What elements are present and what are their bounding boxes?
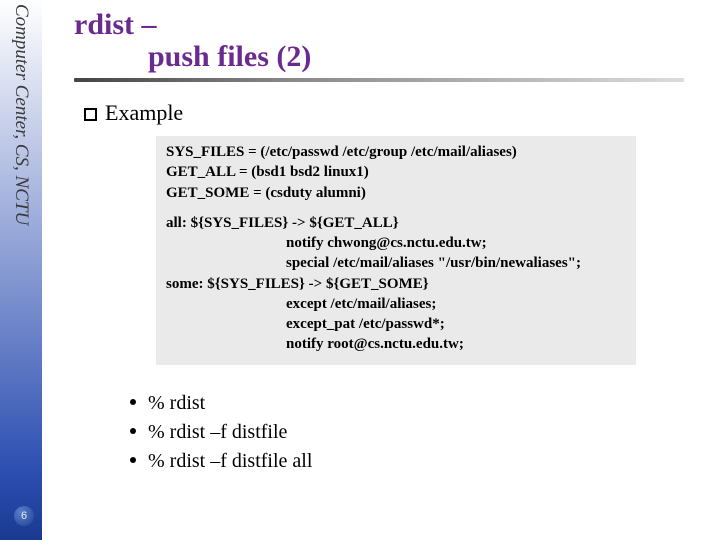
code-line: notify root@cs.nctu.edu.tw;	[166, 334, 626, 354]
command-text: % rdist –f distfile	[148, 421, 287, 443]
code-line: GET_SOME = (csduty alumni)	[166, 183, 626, 203]
command-item: % rdist –f distfile all	[130, 447, 710, 476]
command-item: % rdist	[130, 389, 710, 418]
code-line: notify chwong@cs.nctu.edu.tw;	[166, 233, 626, 253]
bullet-icon	[130, 428, 136, 434]
slide-number-badge: 6	[14, 506, 34, 526]
code-line: SYS_FILES = (/etc/passwd /etc/group /etc…	[166, 142, 626, 162]
slide-title-line1: rdist –	[74, 8, 710, 42]
code-example-box: SYS_FILES = (/etc/passwd /etc/group /etc…	[156, 136, 636, 365]
command-item: % rdist –f distfile	[130, 418, 710, 447]
square-bullet-icon	[84, 108, 97, 121]
command-list: % rdist % rdist –f distfile % rdist –f d…	[130, 389, 710, 476]
code-line: some: ${SYS_FILES} -> ${GET_SOME}	[166, 274, 626, 294]
section-heading: Example	[84, 100, 710, 126]
command-text: % rdist –f distfile all	[148, 450, 312, 472]
code-line: except /etc/mail/aliases;	[166, 294, 626, 314]
title-underline	[74, 78, 684, 82]
code-line: all: ${SYS_FILES} -> ${GET_ALL}	[166, 213, 626, 233]
slide-title-line2: push files (2)	[148, 40, 710, 74]
sidebar-org-label: Computer Center, CS, NCTU	[10, 4, 32, 225]
bullet-icon	[130, 457, 136, 463]
command-text: % rdist	[148, 392, 205, 414]
slide-content: rdist – push files (2) Example SYS_FILES…	[60, 0, 710, 476]
code-line: except_pat /etc/passwd*;	[166, 314, 626, 334]
code-line: GET_ALL = (bsd1 bsd2 linux1)	[166, 162, 626, 182]
bullet-icon	[130, 399, 136, 405]
section-heading-text: Example	[105, 100, 183, 125]
code-line: special /etc/mail/aliases "/usr/bin/newa…	[166, 253, 626, 273]
sidebar: Computer Center, CS, NCTU 6	[0, 0, 42, 540]
